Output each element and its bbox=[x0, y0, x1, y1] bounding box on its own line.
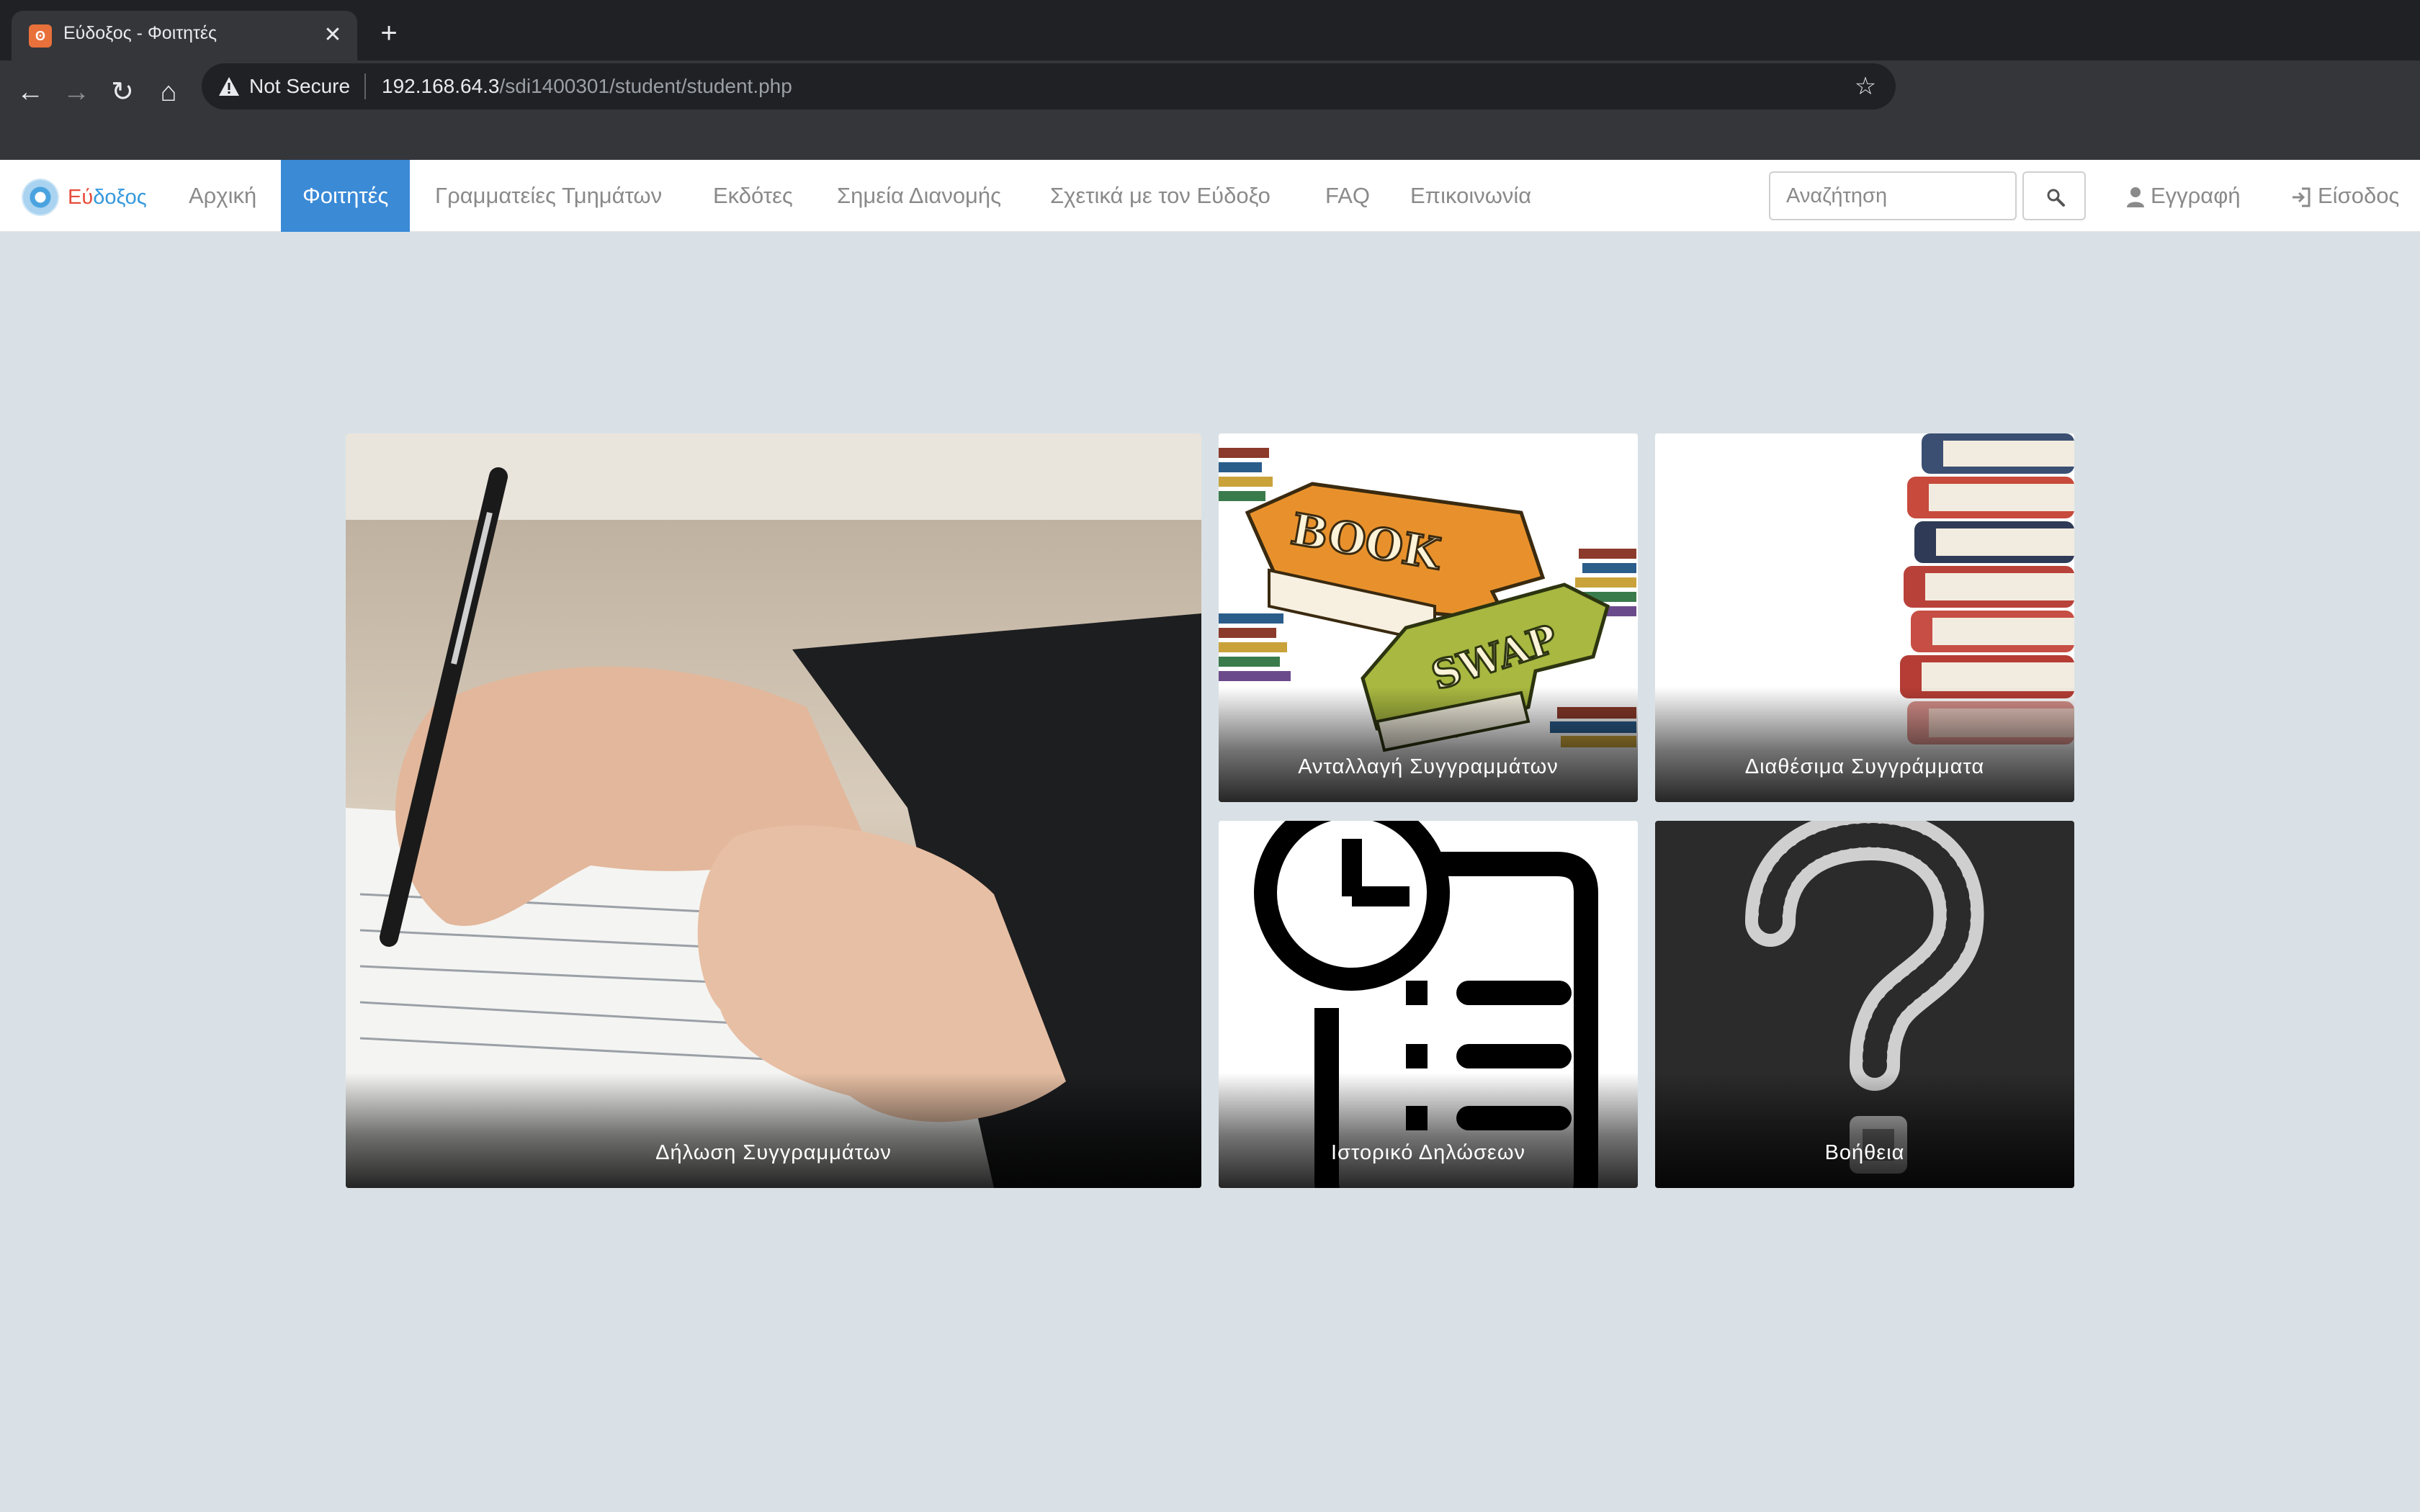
browser-tab[interactable]: ʘ Εύδοξος - Φοιτητές ✕ bbox=[12, 11, 357, 60]
brand-name-blue: δοξος bbox=[93, 185, 147, 209]
nav-item-publishers[interactable]: Εκδότες bbox=[691, 160, 815, 232]
tile-exchange-textbooks[interactable]: BOOK SWAP Ανταλλαγή Συγγραμμάτων bbox=[1219, 433, 1638, 802]
tile-declaration-history[interactable]: Ιστορικό Δηλώσεων bbox=[1219, 821, 1638, 1188]
tile-caption-available: Διαθέσιμα Συγγράμματα bbox=[1744, 755, 1985, 778]
nav-item-students[interactable]: Φοιτητές bbox=[281, 160, 411, 232]
brand-name: Εύδοξος bbox=[68, 186, 147, 210]
forward-arrow-icon[interactable]: → bbox=[56, 72, 97, 112]
reload-icon[interactable]: ↻ bbox=[102, 72, 143, 112]
tab-title: Εύδοξος - Φοιτητές bbox=[63, 23, 218, 43]
browser-tabstrip: ʘ Εύδοξος - Φοιτητές ✕ + bbox=[0, 0, 2420, 60]
tile-available-textbooks[interactable]: Διαθέσιμα Συγγράμματα bbox=[1655, 433, 2074, 802]
login-label: Είσοδος bbox=[2318, 183, 2400, 208]
bookmark-star-icon[interactable]: ☆ bbox=[1851, 72, 1880, 101]
tile-shade bbox=[346, 1073, 1201, 1188]
site-navbar: Εύδοξος Αρχική Φοιτητές Γραμματείες Τμημ… bbox=[0, 160, 2420, 232]
home-icon[interactable]: ⌂ bbox=[148, 72, 189, 112]
warning-icon bbox=[219, 77, 239, 96]
tile-caption-history: Ιστορικό Δηλώσεων bbox=[1331, 1141, 1525, 1164]
search-input[interactable] bbox=[1769, 171, 2017, 220]
eudoxus-logo-icon bbox=[23, 180, 58, 215]
register-label: Εγγραφή bbox=[2151, 183, 2241, 208]
back-arrow-icon[interactable]: ← bbox=[10, 72, 50, 112]
user-icon bbox=[2127, 186, 2144, 207]
tile-shade bbox=[1219, 1073, 1638, 1188]
tile-shade bbox=[1219, 687, 1638, 802]
nav-item-secretariats[interactable]: Γραμματείες Τμημάτων bbox=[413, 160, 684, 232]
nav-item-distribution-points[interactable]: Σημεία Διανομής bbox=[815, 160, 1023, 232]
url-host: 192.168.64.3 bbox=[382, 75, 500, 97]
address-bar[interactable]: Not Secure 192.168.64.3/sdi1400301/stude… bbox=[202, 63, 1896, 109]
nav-item-about[interactable]: Σχετικά με τον Εύδοξο bbox=[1028, 160, 1292, 232]
xampp-favicon-icon: ʘ bbox=[29, 24, 52, 48]
tile-help[interactable]: Βοήθεια bbox=[1655, 821, 2074, 1188]
tile-shade bbox=[1655, 1073, 2074, 1188]
new-tab-icon[interactable]: + bbox=[373, 17, 405, 49]
search-icon bbox=[2047, 189, 2065, 207]
security-label[interactable]: Not Secure bbox=[249, 75, 350, 98]
tile-caption-help: Βοήθεια bbox=[1824, 1141, 1905, 1164]
register-link[interactable]: Εγγραφή bbox=[2126, 160, 2241, 232]
brand-name-red: Εύ bbox=[68, 185, 94, 209]
url-path: /sdi1400301/student/student.php bbox=[499, 75, 792, 97]
browser-toolbar: ← → ↻ ⌂ Not Secure 192.168.64.3/sdi14003… bbox=[0, 60, 2420, 160]
tile-declare-textbooks[interactable]: Δήλωση Συγγραμμάτων bbox=[346, 433, 1201, 1188]
tab-close-icon[interactable]: ✕ bbox=[318, 21, 347, 50]
login-link[interactable]: Είσοδος bbox=[2290, 160, 2399, 232]
nav-item-contact[interactable]: Επικοινωνία bbox=[1389, 160, 1553, 232]
login-icon bbox=[2293, 187, 2311, 207]
brand-link[interactable]: Εύδοξος bbox=[23, 180, 147, 215]
tile-shade bbox=[1655, 687, 2074, 802]
nav-item-faq[interactable]: FAQ bbox=[1304, 160, 1392, 232]
nav-item-home[interactable]: Αρχική bbox=[167, 160, 278, 232]
url-text[interactable]: 192.168.64.3/sdi1400301/student/student.… bbox=[382, 75, 792, 98]
tile-caption-exchange: Ανταλλαγή Συγγραμμάτων bbox=[1298, 755, 1559, 778]
omnibox-divider bbox=[364, 73, 366, 99]
search-button[interactable] bbox=[2022, 171, 2086, 220]
tile-caption-declare: Δήλωση Συγγραμμάτων bbox=[655, 1141, 892, 1164]
